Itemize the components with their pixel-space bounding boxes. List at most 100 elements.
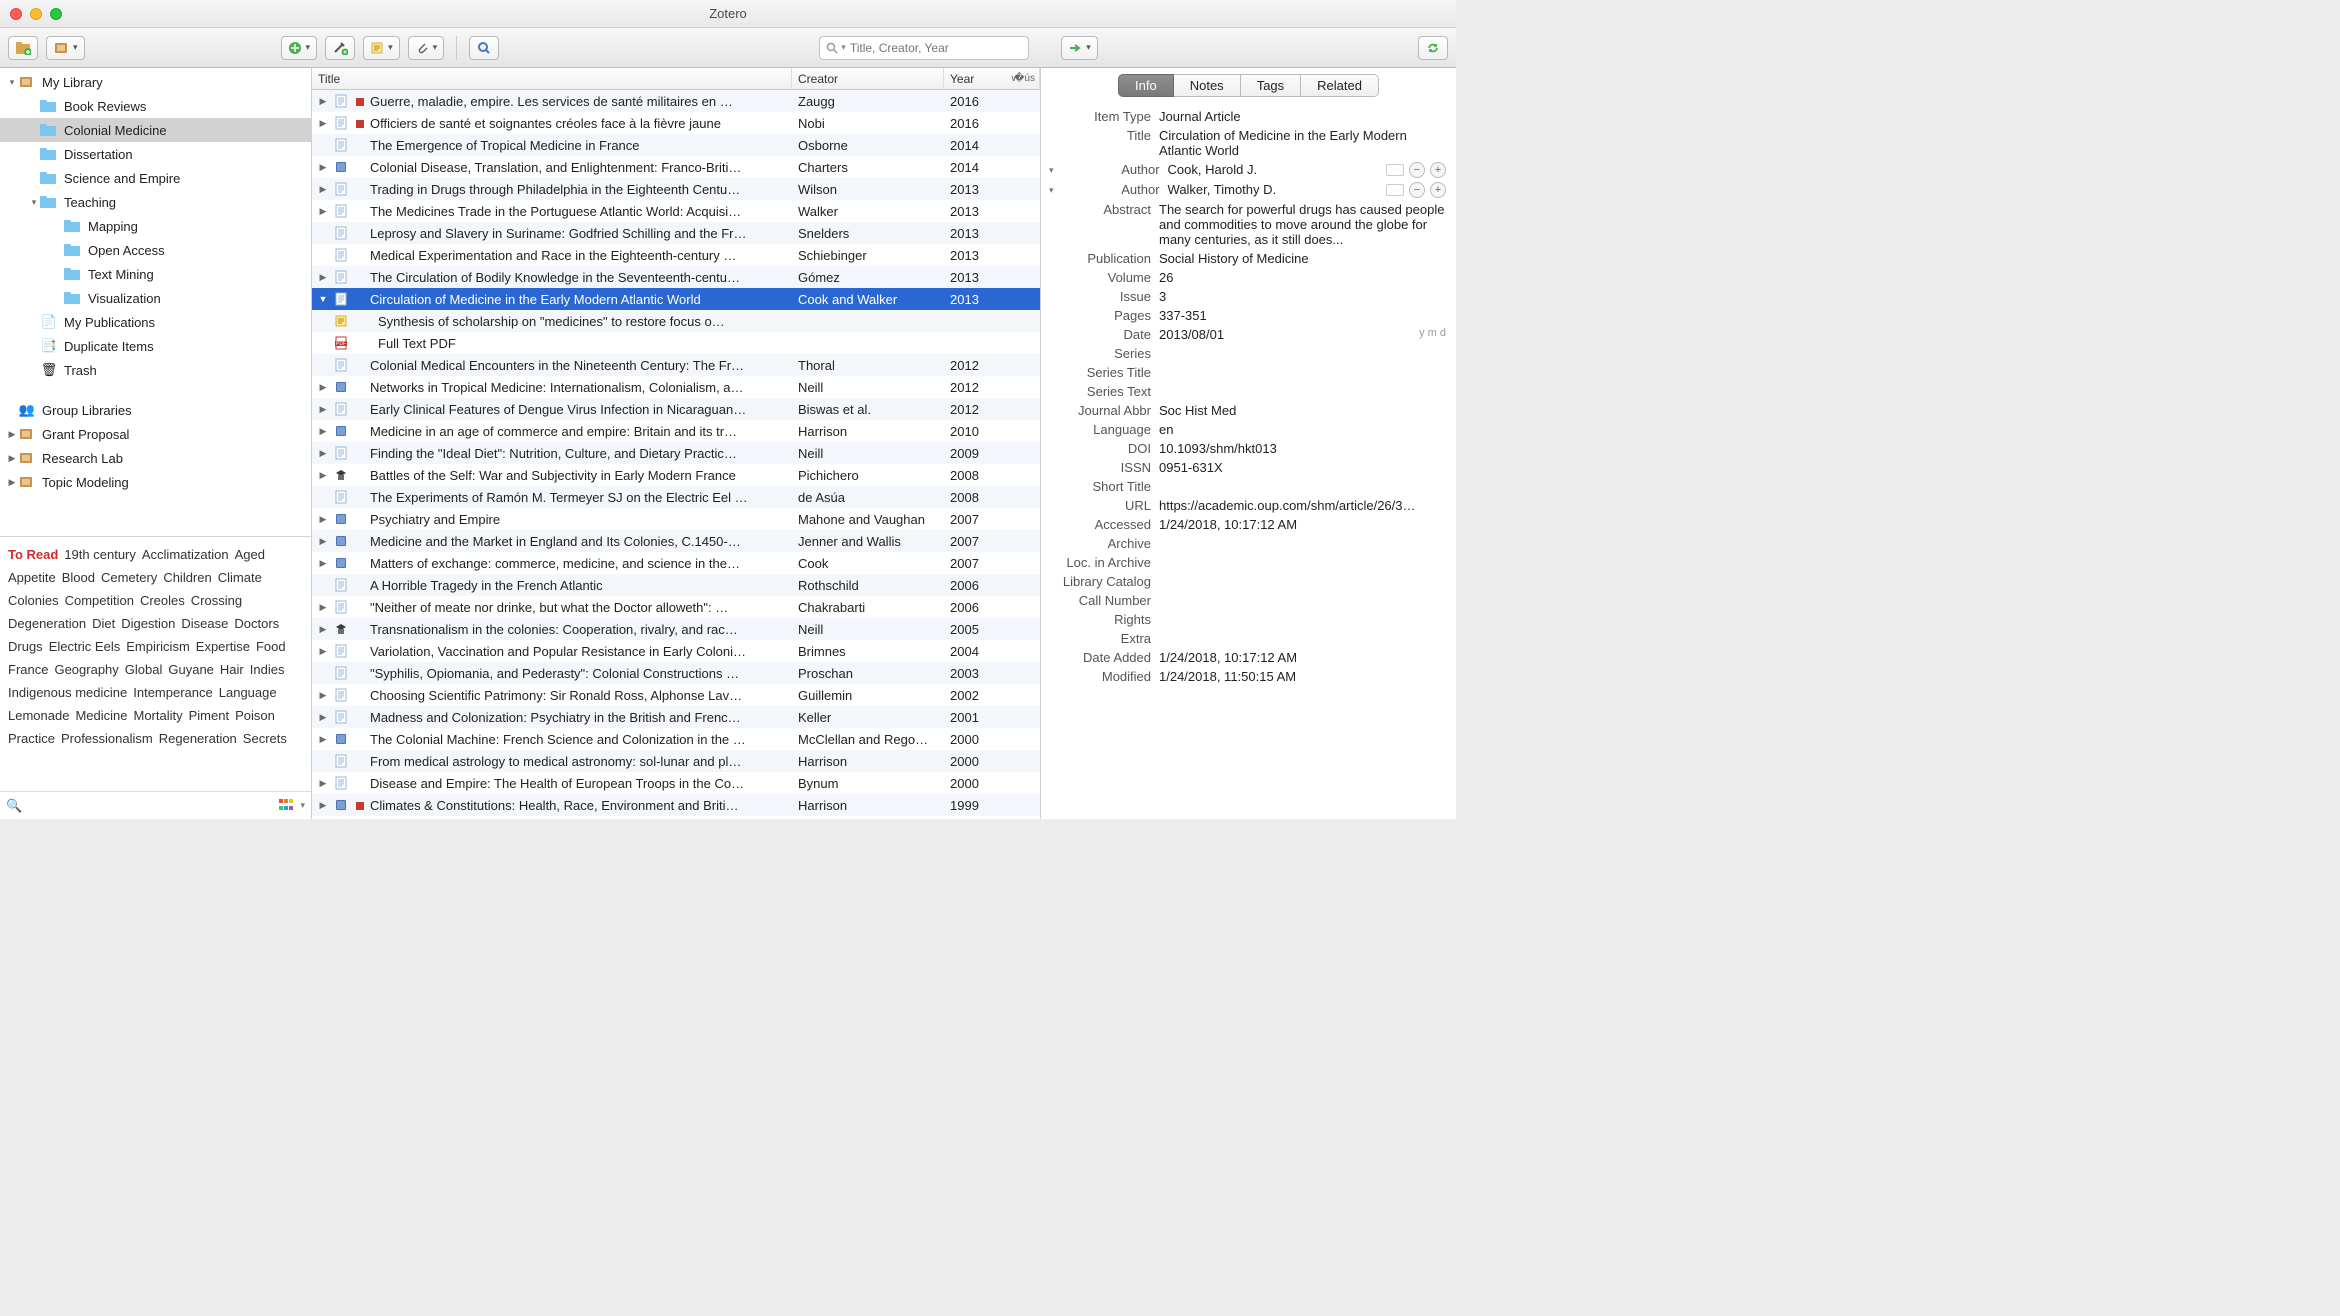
add-attachment-button[interactable]: ▾	[408, 36, 445, 60]
tag[interactable]: Cemetery	[101, 566, 157, 589]
item-row[interactable]: From medical astrology to medical astron…	[312, 750, 1040, 772]
disclosure-icon[interactable]: ▶	[312, 800, 334, 811]
tag[interactable]: 19th century	[64, 543, 136, 566]
disclosure-icon[interactable]: ▶	[312, 96, 334, 107]
item-row[interactable]: ▶The Circulation of Bodily Knowledge in …	[312, 266, 1040, 288]
field-value[interactable]: 2013/08/01	[1159, 327, 1413, 342]
item-row[interactable]: ▶Colonial Disease, Translation, and Enli…	[312, 156, 1040, 178]
remove-author-icon[interactable]: −	[1409, 182, 1425, 198]
tag[interactable]: Acclimatization	[142, 543, 229, 566]
item-row[interactable]: ▶The Medicines Trade in the Portuguese A…	[312, 200, 1040, 222]
tag[interactable]: Climate	[218, 566, 262, 589]
new-collection-button[interactable]	[8, 36, 38, 60]
disclosure-icon[interactable]: ▶	[312, 734, 334, 745]
item-row[interactable]: Medical Experimentation and Race in the …	[312, 244, 1040, 266]
collection-teaching[interactable]: ▾Teaching	[0, 190, 311, 214]
disclosure-icon[interactable]: ▶	[312, 536, 334, 547]
tag[interactable]: Diet	[92, 612, 115, 635]
column-year[interactable]: Year ∨ �ús	[944, 68, 1040, 89]
tag-filter-input[interactable]	[26, 799, 279, 813]
tag[interactable]: Mortality	[133, 704, 182, 727]
field-value[interactable]: en	[1159, 422, 1446, 437]
item-row[interactable]: ▶Trading in Drugs through Philadelphia i…	[312, 178, 1040, 200]
tag[interactable]: Regeneration	[159, 727, 237, 750]
tag[interactable]: Hair	[220, 658, 244, 681]
item-row[interactable]: The Experiments of Ramón M. Termeyer SJ …	[312, 486, 1040, 508]
tag[interactable]: Drugs	[8, 635, 43, 658]
item-row[interactable]: ▶The Colonial Machine: French Science an…	[312, 728, 1040, 750]
item-row[interactable]: ▶Disease and Empire: The Health of Europ…	[312, 772, 1040, 794]
tag[interactable]: Intemperance	[133, 681, 213, 704]
tab-related[interactable]: Related	[1301, 74, 1379, 97]
item-row[interactable]: ▶Choosing Scientific Patrimony: Sir Rona…	[312, 684, 1040, 706]
item-row[interactable]: ▶Guerre, maladie, empire. Les services d…	[312, 90, 1040, 112]
collection-1[interactable]: Colonial Medicine	[0, 118, 311, 142]
tag[interactable]: Guyane	[168, 658, 214, 681]
tag[interactable]: Practice	[8, 727, 55, 750]
collection-teaching-3[interactable]: Visualization	[0, 286, 311, 310]
collection-teaching-0[interactable]: Mapping	[0, 214, 311, 238]
disclosure-icon[interactable]: ▶	[312, 470, 334, 481]
swap-names-icon[interactable]	[1386, 184, 1404, 196]
new-note-button[interactable]: ▾	[363, 36, 400, 60]
tag[interactable]: Geography	[54, 658, 118, 681]
field-value[interactable]: 3	[1159, 289, 1446, 304]
add-by-identifier-button[interactable]	[325, 36, 355, 60]
item-row[interactable]: ▶Madness and Colonization: Psychiatry in…	[312, 706, 1040, 728]
tag[interactable]: Blood	[62, 566, 95, 589]
tag[interactable]: Indies	[250, 658, 285, 681]
disclosure-icon[interactable]: ▶	[312, 558, 334, 569]
field-value[interactable]: Circulation of Medicine in the Early Mod…	[1159, 128, 1446, 158]
minimize-window-icon[interactable]	[30, 8, 42, 20]
quick-search-input[interactable]	[850, 41, 1022, 55]
tag[interactable]: Indigenous medicine	[8, 681, 127, 704]
special-trash[interactable]: 🗑Trash	[0, 358, 311, 382]
disclosure-icon[interactable]: ▶	[312, 162, 334, 173]
tag[interactable]: Expertise	[196, 635, 250, 658]
disclosure-icon[interactable]: ▶	[312, 514, 334, 525]
field-value[interactable]: 26	[1159, 270, 1446, 285]
tag[interactable]: To Read	[8, 543, 58, 566]
disclosure-icon[interactable]: ▶	[312, 382, 334, 393]
item-row[interactable]: ▶Finding the "Ideal Diet": Nutrition, Cu…	[312, 442, 1040, 464]
collection-0[interactable]: Book Reviews	[0, 94, 311, 118]
item-row[interactable]: A Horrible Tragedy in the French Atlanti…	[312, 574, 1040, 596]
item-row[interactable]: ▶Battles of the Self: War and Subjectivi…	[312, 464, 1040, 486]
disclosure-icon[interactable]: ▶	[312, 448, 334, 459]
disclosure-icon[interactable]: ▶	[312, 712, 334, 723]
my-library[interactable]: ▾My Library	[0, 70, 311, 94]
special-dup[interactable]: 📑Duplicate Items	[0, 334, 311, 358]
disclosure-icon[interactable]: ▶	[312, 646, 334, 657]
field-value[interactable]: 0951-631X	[1159, 460, 1446, 475]
tag[interactable]: Crossing	[191, 589, 242, 612]
item-row[interactable]: ▶Medicine in an age of commerce and empi…	[312, 420, 1040, 442]
add-author-icon[interactable]: +	[1430, 162, 1446, 178]
disclosure-icon[interactable]: ▶	[312, 690, 334, 701]
item-row[interactable]: The Emergence of Tropical Medicine in Fr…	[312, 134, 1040, 156]
tab-tags[interactable]: Tags	[1241, 74, 1301, 97]
item-row[interactable]: ▶Transnationalism in the colonies: Coope…	[312, 618, 1040, 640]
field-value[interactable]: https://academic.oup.com/shm/article/26/…	[1159, 498, 1446, 513]
item-row[interactable]: ▶Medicine and the Market in England and …	[312, 530, 1040, 552]
field-value[interactable]: The search for powerful drugs has caused…	[1159, 202, 1446, 247]
tag[interactable]: France	[8, 658, 48, 681]
disclosure-icon[interactable]: ▶	[312, 206, 334, 217]
tag[interactable]: Doctors	[234, 612, 279, 635]
tag[interactable]: Piment	[189, 704, 229, 727]
item-row[interactable]: ▶"Neither of meate nor drinke, but what …	[312, 596, 1040, 618]
sync-button[interactable]	[1418, 36, 1448, 60]
locate-button[interactable]: ▾	[1061, 36, 1098, 60]
item-row[interactable]: "Syphilis, Opiomania, and Pederasty": Co…	[312, 662, 1040, 684]
field-value[interactable]: Walker, Timothy D.	[1168, 182, 1380, 197]
advanced-search-button[interactable]	[469, 36, 499, 60]
field-value[interactable]: Cook, Harold J.	[1168, 162, 1380, 177]
disclosure-icon[interactable]: ▶	[312, 404, 334, 415]
collection-teaching-1[interactable]: Open Access	[0, 238, 311, 262]
column-creator[interactable]: Creator	[792, 68, 944, 89]
item-row[interactable]: ▶Networks in Tropical Medicine: Internat…	[312, 376, 1040, 398]
close-window-icon[interactable]	[10, 8, 22, 20]
tab-info[interactable]: Info	[1118, 74, 1174, 97]
disclosure-icon[interactable]: ▶	[312, 184, 334, 195]
new-library-button[interactable]: ▾	[46, 36, 85, 60]
tag[interactable]: Global	[125, 658, 163, 681]
